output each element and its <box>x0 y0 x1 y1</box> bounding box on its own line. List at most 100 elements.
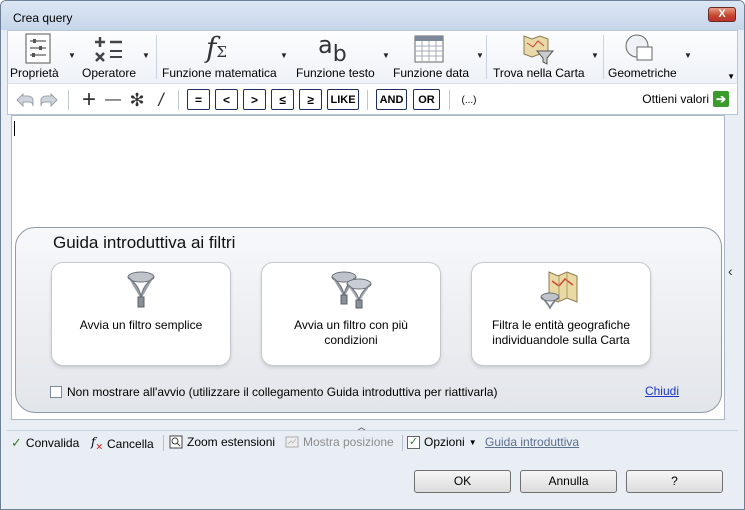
and-button[interactable]: AND <box>376 89 407 110</box>
find-in-map-icon <box>523 35 555 65</box>
operator-icon <box>95 37 122 62</box>
show-position-label: Mostra posizione <box>303 435 394 449</box>
get-values-label: Ottieni valori <box>642 92 709 106</box>
chevron-left-icon[interactable]: ‹ <box>728 263 733 279</box>
bottom-toolbar: ✓ Convalida f× Cancella Zoom estensioni … <box>7 430 738 454</box>
validate-button[interactable]: ✓ Convalida <box>11 435 79 451</box>
ok-button[interactable]: OK <box>414 470 511 493</box>
chevron-down-icon: ▼ <box>382 51 390 60</box>
chevron-down-icon: ▼ <box>591 51 599 60</box>
chevron-down-icon: ▼ <box>468 437 477 447</box>
toolbar-separator <box>178 90 179 110</box>
window-title: Crea query <box>13 11 73 25</box>
chevron-down-icon: ▼ <box>280 51 288 60</box>
math-function-icon: fΣ <box>206 31 227 64</box>
zoom-extent-icon <box>169 435 183 449</box>
date-function-icon <box>414 35 444 63</box>
chevron-down-icon: ▼ <box>684 51 692 60</box>
undo-button[interactable] <box>14 89 36 111</box>
toolbar-separator <box>449 90 450 110</box>
ribbon-geometry-button[interactable]: ▼ Geometriche <box>606 31 696 83</box>
less-equal-button[interactable]: ≤ <box>271 89 294 110</box>
simple-filter-card[interactable]: Avvia un filtro semplice <box>51 262 231 366</box>
show-position-icon <box>285 436 299 448</box>
query-builder-window: Crea query X ▼ Proprietà ▼ Operatore fΣ … <box>0 0 745 510</box>
subtract-button[interactable]: — <box>102 89 124 111</box>
text-caret <box>14 121 15 136</box>
multi-condition-filter-card[interactable]: Avvia un filtro con più condizioni <box>261 262 441 366</box>
toolbar-separator <box>367 90 368 110</box>
guide-title: Guida introduttiva ai filtri <box>53 233 236 252</box>
or-button[interactable]: OR <box>413 89 440 110</box>
add-button[interactable]: + <box>78 86 100 113</box>
greater-equal-button[interactable]: ≥ <box>299 89 322 110</box>
card-label: Filtra le entità geografiche individuand… <box>491 318 631 347</box>
card-label: Avvia un filtro con più condizioni <box>294 318 408 347</box>
ribbon-label: Funzione testo <box>296 66 375 80</box>
parentheses-button[interactable]: (...) <box>456 89 482 111</box>
ribbon-separator <box>156 35 157 79</box>
map-funnel-icon <box>540 271 578 310</box>
redo-icon <box>40 92 58 108</box>
filter-on-map-card[interactable]: Filtra le entità geografiche individuand… <box>471 262 651 366</box>
ribbon-find-in-map-button[interactable]: ▼ Trova nella Carta <box>491 31 601 83</box>
ribbon-separator <box>486 35 487 79</box>
ribbon-operator-button[interactable]: ▼ Operatore <box>80 31 152 83</box>
dont-show-checkbox[interactable] <box>50 386 62 398</box>
chevron-down-icon: ▼ <box>142 51 150 60</box>
ribbon-math-function-button[interactable]: fΣ ▼ Funzione matematica <box>160 31 290 83</box>
zoom-extent-button[interactable]: Zoom estensioni <box>169 435 275 449</box>
ribbon-label: Geometriche <box>608 66 677 80</box>
redo-button[interactable] <box>38 89 60 111</box>
zoom-extent-label: Zoom estensioni <box>187 435 276 449</box>
multiply-button[interactable]: ✻ <box>126 89 148 111</box>
toolbar-separator <box>68 90 69 110</box>
text-function-icon: ab <box>318 31 347 67</box>
chevron-down-icon: ▼ <box>68 51 76 60</box>
ribbon-label: Operatore <box>82 66 137 80</box>
ribbon-date-function-button[interactable]: ▼ Funzione data <box>391 31 486 83</box>
close-guide-link[interactable]: Chiudi <box>645 384 679 398</box>
divide-button[interactable]: / <box>150 89 172 111</box>
less-than-button[interactable]: < <box>215 89 238 110</box>
ribbon: ▼ Proprietà ▼ Operatore fΣ ▼ Funzione ma… <box>7 30 738 83</box>
help-button[interactable]: ? <box>626 470 723 493</box>
dont-show-on-startup[interactable]: Non mostrare all'avvio (utilizzare il co… <box>50 385 497 399</box>
properties-icon <box>25 33 51 64</box>
undo-icon <box>16 92 34 108</box>
ribbon-label: Trova nella Carta <box>493 66 585 80</box>
like-button[interactable]: LIKE <box>327 89 359 110</box>
options-label: Opzioni <box>424 435 465 449</box>
clear-button[interactable]: f× Cancella <box>91 435 154 452</box>
cancel-button[interactable]: Annulla <box>520 470 617 493</box>
options-button[interactable]: ✓ Opzioni ▼ <box>407 435 477 449</box>
close-button[interactable]: X <box>708 7 736 22</box>
funnel-icon <box>127 271 155 308</box>
double-funnel-icon <box>331 271 372 309</box>
checkmark-icon: ✓ <box>11 435 22 450</box>
show-position-button[interactable]: Mostra posizione <box>285 435 394 449</box>
guide-link[interactable]: Guida introduttiva <box>485 435 579 449</box>
chevron-down-icon: ▼ <box>476 51 484 60</box>
ribbon-label: Funzione data <box>393 66 470 80</box>
greater-than-button[interactable]: > <box>243 89 266 110</box>
geometry-icon <box>625 34 653 61</box>
ribbon-separator <box>603 35 604 79</box>
arrow-right-icon: ➔ <box>713 91 729 107</box>
ribbon-label: Proprietà <box>10 66 59 80</box>
getting-started-panel: Guida introduttiva ai filtri Avvia un fi… <box>15 227 722 413</box>
checkbox-checked-icon: ✓ <box>407 435 420 449</box>
ribbon-overflow-icon[interactable]: ▼ <box>727 72 735 81</box>
dont-show-label: Non mostrare all'avvio (utilizzare il co… <box>67 385 498 399</box>
toolbar-separator <box>163 435 164 451</box>
validate-label: Convalida <box>25 436 80 450</box>
clear-label: Cancella <box>107 436 154 451</box>
ribbon-properties-button[interactable]: ▼ Proprietà <box>10 31 76 83</box>
ribbon-label: Funzione matematica <box>162 66 277 80</box>
equals-button[interactable]: = <box>187 89 210 110</box>
ribbon-text-function-button[interactable]: ab ▼ Funzione testo <box>294 31 392 83</box>
get-values-button[interactable]: Ottieni valori ➔ <box>642 91 729 107</box>
guide-link-label: Guida introduttiva <box>485 435 580 449</box>
clear-function-icon: f× <box>91 435 103 453</box>
title-bar: Crea query X <box>1 1 744 30</box>
